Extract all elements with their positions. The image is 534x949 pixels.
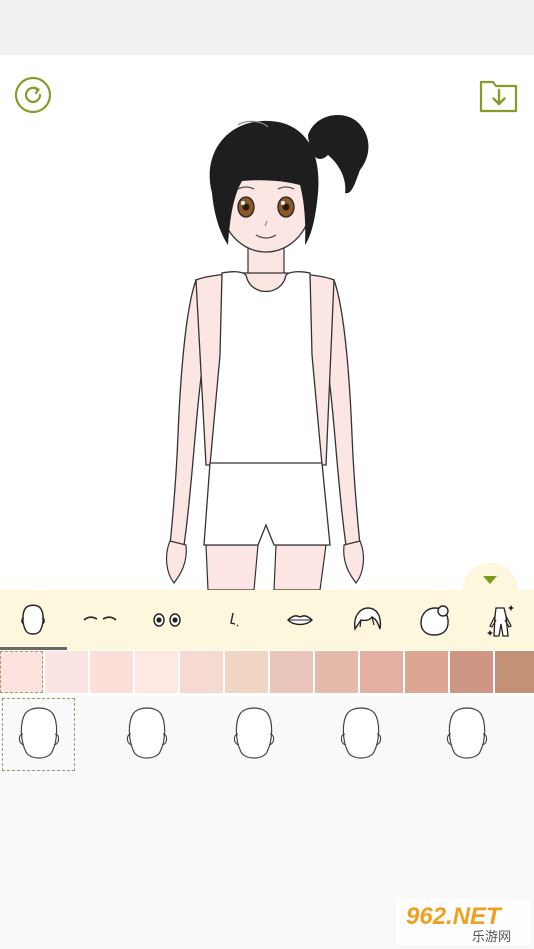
skin-tone-palette: [0, 650, 534, 696]
svg-text:乐游网: 乐游网: [472, 929, 511, 944]
tab-outfit[interactable]: [467, 590, 534, 650]
character-illustration: [165, 115, 369, 590]
face-shape-icon: [18, 706, 59, 759]
skin-tone-swatch[interactable]: [450, 651, 493, 693]
skin-tone-swatch[interactable]: [225, 651, 268, 693]
svg-text:962.NET: 962.NET: [406, 903, 503, 930]
face-shape-icon: [446, 706, 487, 759]
tab-eyes[interactable]: [134, 590, 201, 650]
skin-tone-swatch[interactable]: [315, 651, 358, 693]
face-outline-icon: [21, 604, 46, 635]
face-shape-option[interactable]: [217, 698, 290, 771]
tab-hair[interactable]: [334, 590, 401, 650]
face-shape-option[interactable]: [110, 698, 183, 771]
bun-hair-icon: [420, 605, 449, 636]
skin-tone-swatch[interactable]: [270, 651, 313, 693]
eyebrows-icon: [83, 616, 117, 621]
tab-eyebrows[interactable]: [67, 590, 134, 650]
face-shape-option[interactable]: [324, 698, 397, 771]
tab-mouth[interactable]: [267, 590, 334, 650]
eyes-icon: [153, 613, 181, 627]
download-icon: [479, 80, 518, 113]
tab-face[interactable]: [0, 590, 67, 650]
face-shape-option[interactable]: [2, 698, 75, 771]
category-tab-bar: [0, 590, 534, 650]
reset-button[interactable]: [12, 74, 54, 116]
skin-tone-swatch[interactable]: [360, 651, 403, 693]
skin-tone-swatch[interactable]: [90, 651, 133, 693]
hair-icon: [354, 607, 382, 631]
lips-icon: [287, 615, 314, 626]
face-shape-option[interactable]: [430, 698, 503, 771]
app-root: 962.NET 乐游网: [0, 0, 534, 949]
face-shape-icon: [126, 706, 167, 759]
skin-tone-swatch[interactable]: [135, 651, 178, 693]
tab-back-hair[interactable]: [401, 590, 468, 650]
skin-tone-swatch[interactable]: [405, 651, 448, 693]
tab-nose[interactable]: [200, 590, 267, 650]
outfit-icon: [486, 605, 514, 637]
status-bar: [0, 0, 534, 55]
refresh-icon: [14, 76, 52, 114]
nose-icon: [229, 612, 239, 627]
skin-tone-swatch[interactable]: [45, 651, 88, 693]
face-shape-icon: [340, 706, 381, 759]
skin-tone-swatch[interactable]: [495, 651, 534, 693]
triangle-down-icon: [483, 576, 497, 584]
watermark-logo: 962.NET 乐游网: [396, 899, 530, 945]
save-button[interactable]: [478, 74, 520, 116]
face-shape-icon: [233, 706, 274, 759]
skin-tone-swatch[interactable]: [180, 651, 223, 693]
skin-tone-swatch[interactable]: [0, 651, 43, 693]
